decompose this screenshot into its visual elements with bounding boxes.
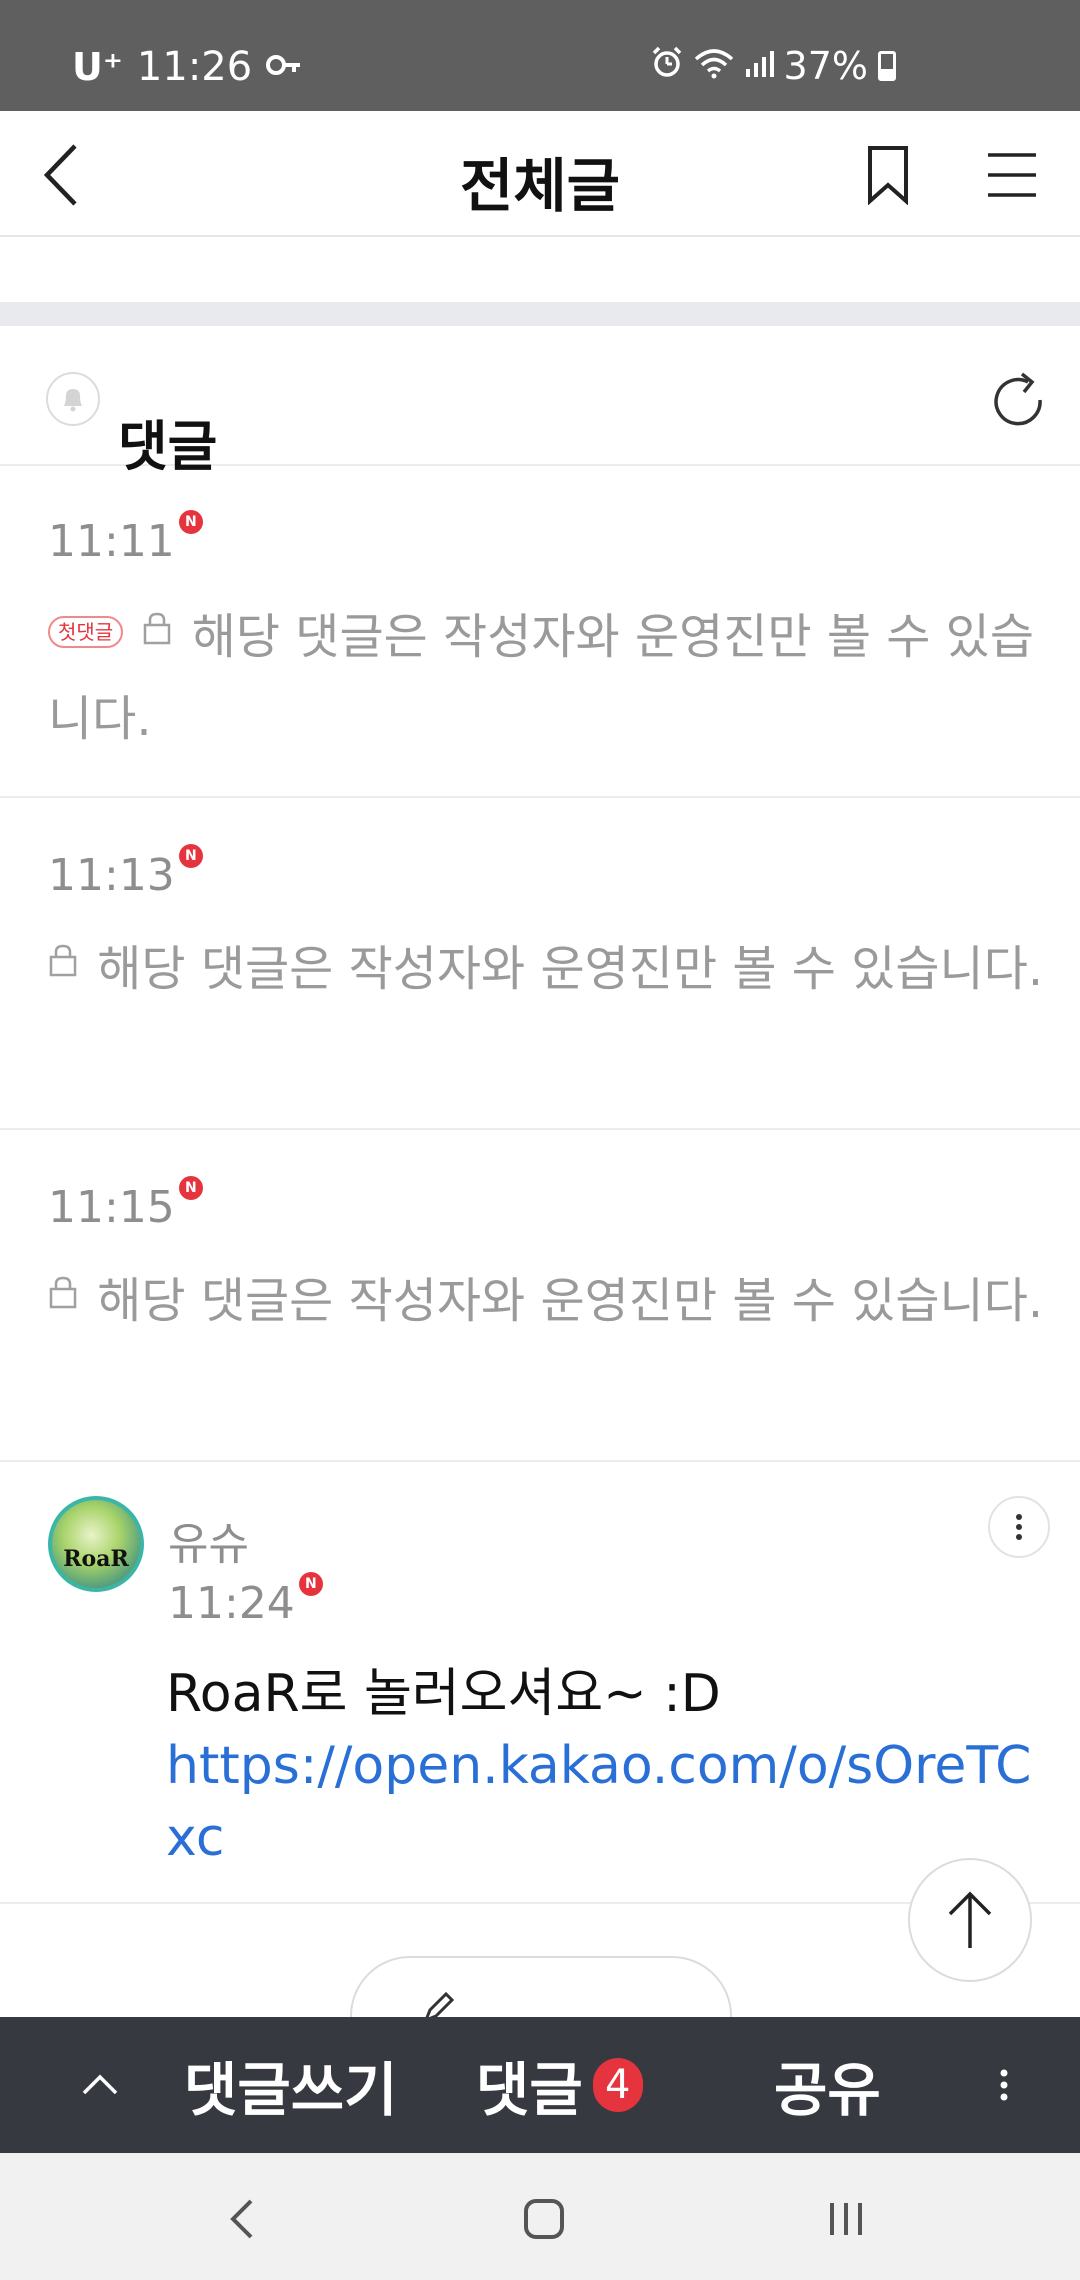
bottom-action-bar: 댓글쓰기 댓글 4 공유: [0, 2017, 1080, 2153]
comment-time-row: 11:11 N: [48, 510, 203, 567]
hamburger-menu-icon: [988, 153, 1036, 197]
comment-body: 해당 댓글은 작성자와 운영진만 볼 수 있습니다.: [48, 1260, 1048, 1342]
more-options-button[interactable]: [984, 2017, 1024, 2153]
status-time: 11:26: [136, 44, 253, 90]
author-comment-body: RoaR로 놀러오셔요~ :D https://open.kakao.com/o…: [166, 1658, 1046, 1874]
refresh-icon: [994, 372, 1042, 426]
share-button[interactable]: 공유: [774, 2017, 881, 2153]
lock-icon: [49, 944, 77, 977]
battery-percent: 37%: [783, 44, 868, 88]
status-left: U⁺ 11:26: [72, 44, 302, 90]
app-header: 전체글: [0, 111, 1080, 237]
bookmark-button[interactable]: [848, 135, 928, 215]
new-badge: N: [178, 1176, 203, 1200]
menu-button[interactable]: [972, 135, 1052, 215]
system-home-button[interactable]: [504, 2179, 584, 2259]
avatar[interactable]: RoaR: [48, 1496, 144, 1592]
status-right: 37%: [650, 44, 896, 88]
first-comment-badge: 첫댓글: [48, 616, 124, 648]
comment-item: 11:11 N 첫댓글 해당 댓글은 작성자와 운영진만 볼 수 있습니다.: [0, 466, 1080, 798]
new-badge: N: [178, 844, 203, 868]
key-icon: [266, 44, 302, 90]
comment-text: 해당 댓글은 작성자와 운영진만 볼 수 있습니다.: [97, 1273, 1044, 1329]
new-badge: N: [298, 1572, 323, 1596]
comment-message: RoaR로 놀러오셔요~ :D: [166, 1664, 721, 1724]
alarm-icon: [650, 44, 684, 88]
home-square-icon: [524, 2199, 564, 2239]
comment-time-row: 11:15 N: [48, 1176, 203, 1233]
chevron-left-icon: [230, 2199, 253, 2239]
comment-more-button[interactable]: [988, 1496, 1050, 1558]
more-vertical-icon: [1000, 2069, 1008, 2101]
lock-icon: [49, 1276, 77, 1309]
write-comment-button[interactable]: 댓글쓰기: [184, 2017, 397, 2153]
status-bar: U⁺ 11:26 37%: [0, 0, 1080, 111]
comment-time: 11:13: [48, 850, 175, 901]
comments-button-label: 댓글: [476, 2056, 583, 2124]
signal-icon: [744, 44, 774, 88]
system-recents-button[interactable]: [806, 2179, 886, 2259]
comment-link[interactable]: https://open.kakao.com/o/sOreTCxc: [166, 1730, 1046, 1874]
bell-icon: [64, 389, 82, 412]
new-badge: N: [178, 510, 203, 534]
collapse-button[interactable]: [70, 2017, 130, 2153]
comment-author-name[interactable]: 유슈: [168, 1508, 249, 1572]
system-back-button[interactable]: [202, 2179, 282, 2259]
carrier-label: U⁺: [72, 45, 123, 89]
avatar-label: RoaR: [63, 1546, 129, 1572]
chevron-up-icon: [82, 2074, 118, 2095]
comment-time-row: 11:13 N: [48, 844, 203, 901]
comment-body: 해당 댓글은 작성자와 운영진만 볼 수 있습니다.: [48, 928, 1048, 1010]
comment-item: 11:13 N 해당 댓글은 작성자와 운영진만 볼 수 있습니다.: [0, 798, 1080, 1130]
battery-icon: [878, 51, 896, 81]
comment-time: 11:15: [48, 1182, 175, 1233]
comment-text: 해당 댓글은 작성자와 운영진만 볼 수 있습니다.: [48, 609, 1035, 747]
lock-icon: [144, 612, 171, 645]
comment-time-row: 11:24 N: [168, 1572, 323, 1629]
comment-text: 해당 댓글은 작성자와 운영진만 볼 수 있습니다.: [97, 941, 1044, 997]
comment-time: 11:24: [168, 1578, 295, 1629]
comments-button[interactable]: 댓글 4: [476, 2017, 643, 2153]
section-divider: [0, 302, 1080, 326]
wifi-icon: [694, 44, 734, 88]
bookmark-icon: [868, 146, 908, 205]
refresh-button[interactable]: [988, 370, 1052, 434]
notification-bell-button[interactable]: [46, 372, 100, 426]
comment-time: 11:11: [48, 516, 175, 567]
scroll-to-top-button[interactable]: [908, 1858, 1032, 1982]
system-nav-bar: [0, 2153, 1080, 2280]
recents-icon: [830, 2203, 862, 2235]
comment-body: 첫댓글 해당 댓글은 작성자와 운영진만 볼 수 있습니다.: [48, 596, 1048, 760]
more-vertical-icon: [1016, 1514, 1022, 1540]
arrow-up-icon: [948, 1891, 992, 1948]
comment-count-badge: 4: [592, 2058, 643, 2112]
comments-header: 댓글: [0, 326, 1080, 478]
comment-item: 11:15 N 해당 댓글은 작성자와 운영진만 볼 수 있습니다.: [0, 1130, 1080, 1462]
